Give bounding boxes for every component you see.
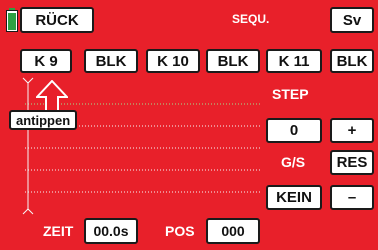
up-arrow-icon [34,79,70,114]
channel-k9-button[interactable]: K 9 [20,49,72,73]
minus-button[interactable]: – [330,185,374,210]
zeit-value-field[interactable]: 00.0s [84,218,138,244]
back-button[interactable]: RÜCK [20,7,94,33]
plus-button[interactable]: + [330,118,374,143]
gs-label: G/S [281,154,306,170]
kein-button[interactable]: KEIN [266,185,322,210]
channel-k10-mode-button[interactable]: BLK [206,49,260,73]
step-label: STEP [272,86,309,102]
channel-k9-mode-button[interactable]: BLK [84,49,138,73]
channel-k11-button[interactable]: K 11 [266,49,322,73]
tap-hint-callout: antippen [9,110,78,130]
page-title: SEQU. [232,12,270,26]
channel-k11-mode-button[interactable]: BLK [330,49,374,73]
reset-button[interactable]: RES [330,150,374,175]
step-value-field[interactable]: 0 [266,118,322,143]
battery-icon [6,8,18,32]
pos-value-field[interactable]: 000 [206,218,260,244]
save-button[interactable]: Sv [330,7,374,33]
channel-k10-button[interactable]: K 10 [146,49,200,73]
zeit-label: ZEIT [43,223,74,239]
pos-label: POS [165,223,195,239]
